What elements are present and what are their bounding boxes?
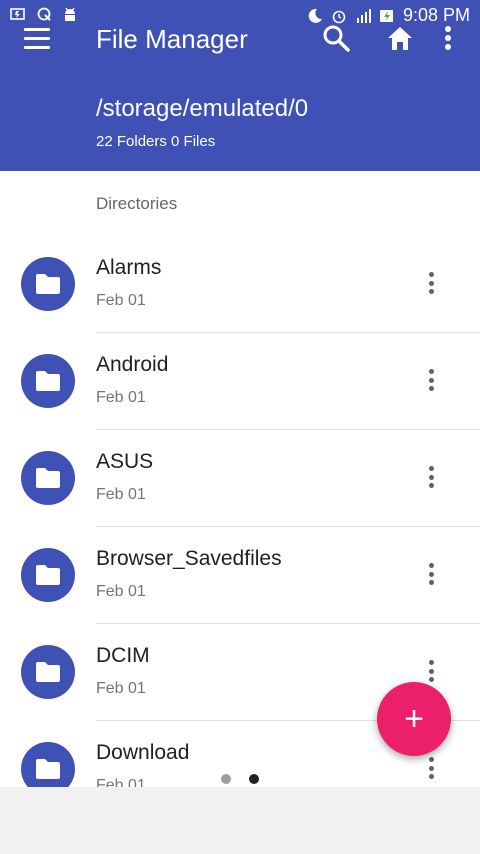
bottom-bar <box>0 787 480 854</box>
folder-icon <box>36 662 60 682</box>
more-vert-icon[interactable] <box>418 561 444 587</box>
toolbar: File Manager <box>0 18 480 62</box>
page-title: File Manager <box>96 24 248 54</box>
folder-icon <box>36 468 60 488</box>
more-vert-icon[interactable] <box>418 464 444 490</box>
page-indicator <box>221 774 259 784</box>
folder-avatar <box>21 354 75 408</box>
list-item[interactable]: Android Feb 01 <box>0 333 480 430</box>
folder-avatar <box>21 645 75 699</box>
folder-name: Browser_Savedfiles <box>96 547 282 570</box>
page-dot[interactable] <box>221 774 231 784</box>
folder-date: Feb 01 <box>96 292 146 309</box>
app-bar: 9:08 PM File Manager /storage/emulated/0… <box>0 0 480 171</box>
menu-button[interactable] <box>24 28 50 50</box>
more-vert-icon[interactable] <box>418 658 444 684</box>
search-icon[interactable] <box>320 22 352 54</box>
home-icon[interactable] <box>384 22 416 54</box>
list-item[interactable]: ASUS Feb 01 <box>0 430 480 527</box>
folder-date: Feb 01 <box>96 583 146 600</box>
folder-name: Android <box>96 353 169 376</box>
folder-icon <box>36 565 60 585</box>
more-vert-icon[interactable] <box>432 22 464 54</box>
folder-date: Feb 01 <box>96 389 146 406</box>
more-vert-icon[interactable] <box>418 755 444 781</box>
more-vert-icon[interactable] <box>418 270 444 296</box>
folder-name: ASUS <box>96 450 154 473</box>
folder-icon <box>36 371 60 391</box>
folder-name: DCIM <box>96 644 150 667</box>
list-item[interactable]: Alarms Feb 01 <box>0 236 480 333</box>
folder-avatar <box>21 451 75 505</box>
folder-name: Alarms <box>96 256 162 279</box>
folder-avatar <box>21 548 75 602</box>
more-vert-icon[interactable] <box>418 367 444 393</box>
page-dot-active[interactable] <box>249 774 259 784</box>
folder-date: Feb 01 <box>96 486 146 503</box>
folder-icon <box>36 274 60 294</box>
folder-date: Feb 01 <box>96 680 146 697</box>
section-title: Directories <box>96 194 178 213</box>
folder-avatar <box>21 257 75 311</box>
folder-summary: 22 Folders 0 Files <box>96 133 216 150</box>
folder-icon <box>36 759 60 779</box>
list-item[interactable]: Browser_Savedfiles Feb 01 <box>0 527 480 624</box>
current-path: /storage/emulated/0 <box>96 95 309 122</box>
folder-name: Download <box>96 741 190 764</box>
add-button[interactable]: + <box>377 682 451 756</box>
